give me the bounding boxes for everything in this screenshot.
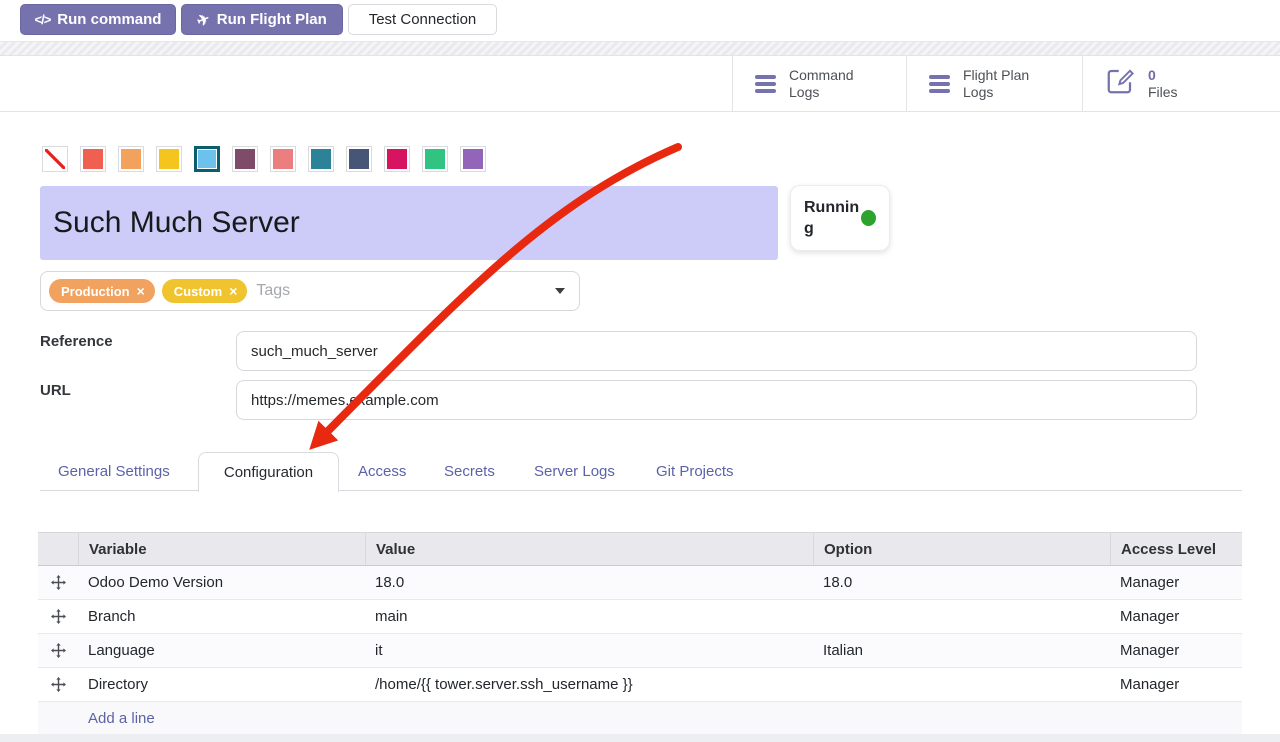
- tab-server-logs[interactable]: Server Logs: [532, 452, 617, 491]
- stat-button-files[interactable]: 0 Files: [1082, 56, 1280, 111]
- action-toolbar: </> Run command ✈ Run Flight Plan Test C…: [0, 0, 1280, 40]
- color-swatch-11[interactable]: [460, 146, 486, 172]
- tags-field[interactable]: Production × Custom × Tags: [40, 271, 580, 311]
- color-swatch-2[interactable]: [118, 146, 144, 172]
- list-icon: [755, 75, 776, 93]
- edit-file-icon: [1105, 66, 1135, 101]
- color-swatch-10[interactable]: [422, 146, 448, 172]
- cell-variable[interactable]: Directory: [78, 676, 365, 693]
- drag-handle-icon[interactable]: [38, 677, 78, 692]
- drag-handle-icon[interactable]: [38, 609, 78, 624]
- form-header: Command Logs Flight Plan Logs 0 Files: [0, 56, 1280, 112]
- column-header-option[interactable]: Option: [813, 533, 1110, 565]
- next-section-edge: [0, 734, 1280, 742]
- files-label: Files: [1148, 84, 1178, 100]
- color-swatch-4-selected[interactable]: [194, 146, 220, 172]
- reference-label: Reference: [40, 333, 113, 350]
- table-row[interactable]: Directory /home/{{ tower.server.ssh_user…: [38, 668, 1242, 702]
- cell-option[interactable]: 18.0: [813, 574, 1110, 591]
- tag-custom-label: Custom: [174, 284, 222, 299]
- stat-button-command-logs[interactable]: Command Logs: [732, 56, 906, 111]
- cell-value[interactable]: /home/{{ tower.server.ssh_username }}: [365, 676, 813, 693]
- test-connection-label: Test Connection: [369, 11, 477, 28]
- tab-access[interactable]: Access: [356, 452, 408, 491]
- tag-custom-remove-icon[interactable]: ×: [229, 284, 237, 298]
- tag-custom[interactable]: Custom ×: [162, 279, 248, 303]
- cell-value[interactable]: 18.0: [365, 574, 813, 591]
- cell-access[interactable]: Manager: [1110, 642, 1242, 659]
- run-command-button[interactable]: </> Run command: [20, 4, 176, 35]
- variables-table: Variable Value Option Access Level Odoo …: [38, 532, 1242, 735]
- tab-configuration[interactable]: Configuration: [198, 452, 339, 492]
- table-header-row: Variable Value Option Access Level: [38, 532, 1242, 566]
- server-name: Such Much Server: [53, 206, 300, 240]
- stat-command-line1: Command: [789, 67, 854, 83]
- cell-variable[interactable]: Odoo Demo Version: [78, 574, 365, 591]
- notebook-tabs: General Settings Configuration Access Se…: [40, 452, 1242, 491]
- stat-flight-line1: Flight Plan: [963, 67, 1029, 83]
- color-swatch-3[interactable]: [156, 146, 182, 172]
- server-form-page: </> Run command ✈ Run Flight Plan Test C…: [0, 0, 1280, 742]
- test-connection-button[interactable]: Test Connection: [348, 4, 497, 35]
- color-picker: [42, 146, 486, 172]
- tab-git-projects[interactable]: Git Projects: [654, 452, 736, 491]
- server-name-field[interactable]: Such Much Server: [40, 186, 778, 260]
- cell-variable[interactable]: Branch: [78, 608, 365, 625]
- status-button[interactable]: Running: [790, 185, 890, 251]
- add-line-row: Add a line: [38, 702, 1242, 735]
- color-swatch-none[interactable]: [42, 146, 68, 172]
- plane-icon: ✈: [194, 9, 212, 30]
- color-swatch-9[interactable]: [384, 146, 410, 172]
- code-icon: </>: [35, 12, 51, 27]
- run-flight-plan-button[interactable]: ✈ Run Flight Plan: [181, 4, 343, 35]
- run-command-label: Run command: [57, 11, 161, 28]
- color-swatch-5[interactable]: [232, 146, 258, 172]
- hatched-divider: [0, 41, 1280, 56]
- url-input[interactable]: [236, 380, 1197, 420]
- cell-option[interactable]: Italian: [813, 642, 1110, 659]
- drag-handle-icon[interactable]: [38, 643, 78, 658]
- files-count: 0: [1148, 67, 1156, 83]
- cell-value[interactable]: main: [365, 608, 813, 625]
- color-swatch-1[interactable]: [80, 146, 106, 172]
- chevron-down-icon[interactable]: [555, 288, 565, 294]
- status-label: Running: [804, 197, 860, 239]
- color-swatch-7[interactable]: [308, 146, 334, 172]
- table-row[interactable]: Language it Italian Manager: [38, 634, 1242, 668]
- reference-input[interactable]: [236, 331, 1197, 371]
- cell-value[interactable]: it: [365, 642, 813, 659]
- drag-handle-icon[interactable]: [38, 575, 78, 590]
- column-header-variable[interactable]: Variable: [78, 533, 365, 565]
- add-a-line-link[interactable]: Add a line: [88, 710, 155, 727]
- stat-command-line2: Logs: [789, 84, 819, 100]
- cell-access[interactable]: Manager: [1110, 574, 1242, 591]
- stat-flight-line2: Logs: [963, 84, 993, 100]
- tab-general-settings[interactable]: General Settings: [56, 452, 172, 491]
- tab-secrets[interactable]: Secrets: [442, 452, 497, 491]
- cell-access[interactable]: Manager: [1110, 676, 1242, 693]
- list-icon: [929, 75, 950, 93]
- stat-button-flight-plan-logs[interactable]: Flight Plan Logs: [906, 56, 1082, 111]
- handle-column-header: [38, 533, 78, 565]
- status-dot-icon: [861, 210, 876, 226]
- cell-variable[interactable]: Language: [78, 642, 365, 659]
- color-swatch-8[interactable]: [346, 146, 372, 172]
- cell-access[interactable]: Manager: [1110, 608, 1242, 625]
- tag-production-label: Production: [61, 284, 130, 299]
- column-header-value[interactable]: Value: [365, 533, 813, 565]
- tags-placeholder: Tags: [256, 282, 290, 300]
- column-header-access-level[interactable]: Access Level: [1110, 533, 1242, 565]
- tag-production-remove-icon[interactable]: ×: [137, 284, 145, 298]
- table-row[interactable]: Branch main Manager: [38, 600, 1242, 634]
- color-swatch-6[interactable]: [270, 146, 296, 172]
- run-flight-plan-label: Run Flight Plan: [217, 11, 327, 28]
- url-label: URL: [40, 382, 71, 399]
- tag-production[interactable]: Production ×: [49, 279, 155, 303]
- table-row[interactable]: Odoo Demo Version 18.0 18.0 Manager: [38, 566, 1242, 600]
